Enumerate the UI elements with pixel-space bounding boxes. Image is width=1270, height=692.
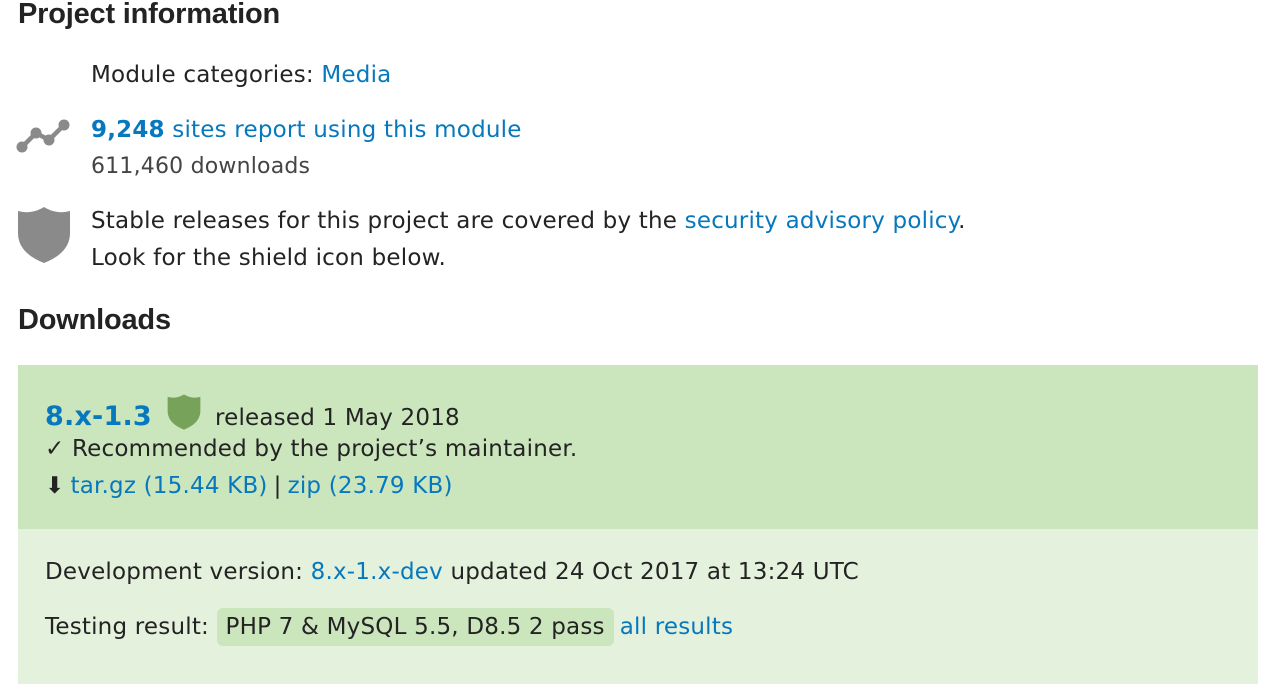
usage-stats-link[interactable]: 9,248 sites report using this module <box>91 117 522 143</box>
project-information-heading: Project information <box>18 0 281 30</box>
development-label: Development version: <box>45 559 311 585</box>
all-results-link[interactable]: all results <box>620 614 733 640</box>
security-coverage-text: Stable releases for this project are cov… <box>91 208 966 234</box>
release-version-link[interactable]: 8.x-1.3 <box>45 401 152 432</box>
usage-count: 9,248 <box>91 117 165 143</box>
development-version-row: Development version: 8.x-1.x-dev updated… <box>45 559 859 585</box>
dev-updated-text: updated 24 Oct 2017 at 13:24 UTC <box>442 559 859 585</box>
usage-trend-icon <box>16 116 72 160</box>
usage-stats: 9,248 sites report using this module <box>91 117 522 143</box>
targz-download-link[interactable]: tar.gz (15.44 KB) <box>70 473 267 499</box>
security-text-before: Stable releases for this project are cov… <box>91 208 685 234</box>
shield-icon <box>17 205 71 269</box>
categories-label: Module categories: <box>91 62 314 88</box>
release-header: 8.x-1.3 released 1 May 2018 <box>45 393 460 437</box>
zip-download-link[interactable]: zip (23.79 KB) <box>288 473 453 499</box>
testing-result-row: Testing result: PHP 7 & MySQL 5.5, D8.5 … <box>45 608 733 646</box>
testing-result-badge[interactable]: PHP 7 & MySQL 5.5, D8.5 2 pass <box>216 608 614 646</box>
development-release: Development version: 8.x-1.x-dev updated… <box>18 529 1258 684</box>
recommended-note: ✓ Recommended by the project’s maintaine… <box>45 436 577 462</box>
downloads-heading: Downloads <box>18 304 171 336</box>
download-links: ⬇ tar.gz (15.44 KB) | zip (23.79 KB) <box>45 473 453 499</box>
download-count: 611,460 downloads <box>91 154 311 179</box>
shield-icon <box>167 393 201 437</box>
downloads-panel: 8.x-1.3 released 1 May 2018 ✓ Recommende… <box>18 365 1258 684</box>
recommended-release: 8.x-1.3 released 1 May 2018 ✓ Recommende… <box>18 365 1258 529</box>
link-separator: | <box>273 473 282 499</box>
module-categories: Module categories: Media <box>91 62 391 88</box>
download-arrow-icon: ⬇ <box>45 473 65 499</box>
usage-text: sites report using this module <box>164 117 522 143</box>
dev-version-link[interactable]: 8.x-1.x-dev <box>311 559 443 585</box>
security-advisory-policy-link[interactable]: security advisory policy <box>685 208 959 234</box>
check-icon: ✓ <box>45 436 65 462</box>
security-text-after: . <box>958 208 966 234</box>
security-shield-hint: Look for the shield icon below. <box>91 245 446 271</box>
release-date: released 1 May 2018 <box>214 405 460 431</box>
testing-label: Testing result: <box>45 614 217 640</box>
category-media-link[interactable]: Media <box>321 62 391 88</box>
recommended-text: Recommended by the project’s maintainer. <box>72 436 578 462</box>
